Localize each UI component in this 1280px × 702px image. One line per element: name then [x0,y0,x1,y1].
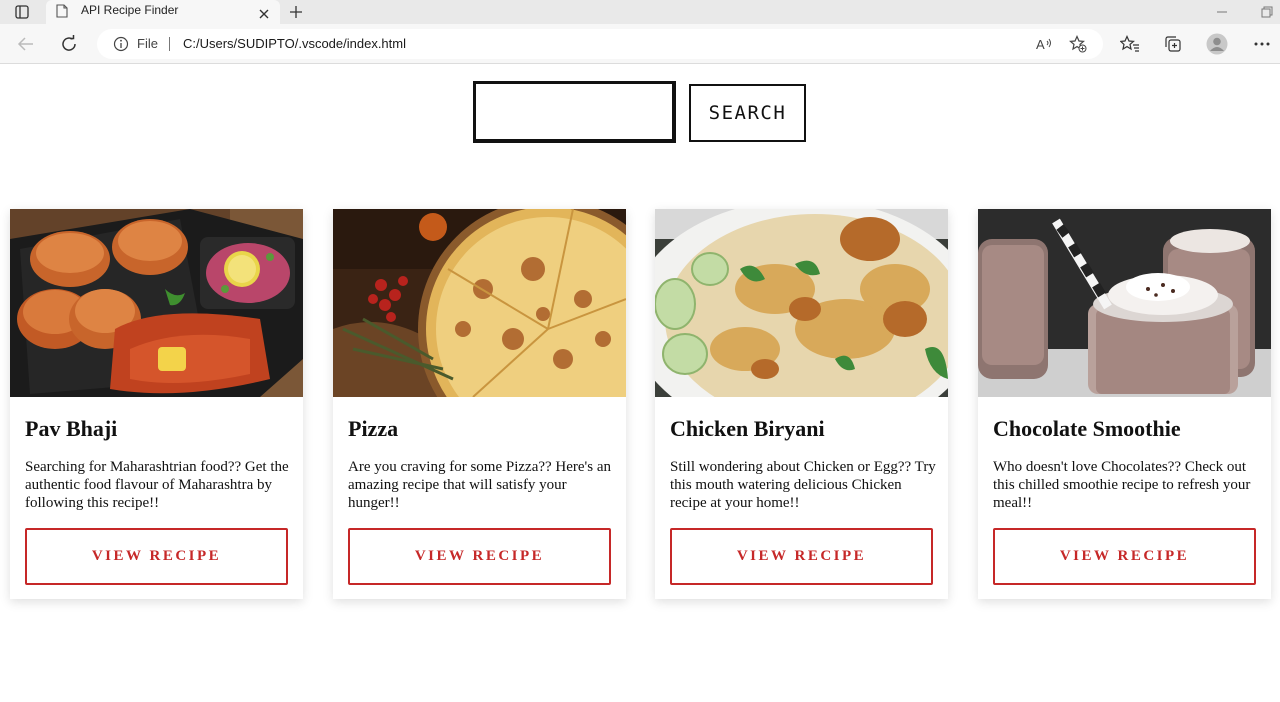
card-title: Chicken Biryani [670,416,825,441]
collections-icon[interactable] [1161,32,1185,56]
info-icon[interactable] [113,36,129,57]
more-icon[interactable] [1250,32,1274,56]
address-bar[interactable]: File C:/Users/SUDIPTO/.vscode/index.html… [97,29,1103,59]
svg-text:A: A [1036,37,1045,52]
close-icon[interactable] [259,6,269,24]
view-recipe-button[interactable]: VIEW RECIPE [25,528,288,585]
view-recipe-button[interactable]: VIEW RECIPE [993,528,1256,585]
browser-tab[interactable]: API Recipe Finder [46,0,280,26]
address-scheme: File [137,36,158,51]
card-title: Pizza [348,416,399,441]
tab-title: API Recipe Finder [81,3,179,17]
favorites-icon[interactable] [1118,32,1142,56]
chicken-biryani-image [655,209,948,397]
recipe-card: Chicken Biryani Still wondering about Ch… [655,209,948,599]
search-input[interactable] [473,81,676,143]
tab-strip: API Recipe Finder [0,0,1280,26]
refresh-icon[interactable] [57,32,81,56]
add-favorite-icon[interactable] [1069,35,1087,58]
pav-bhaji-image [10,209,303,397]
card-description: Are you craving for some Pizza?? Here's … [348,459,612,511]
card-description: Searching for Maharashtrian food?? Get t… [25,459,289,511]
address-url[interactable]: C:/Users/SUDIPTO/.vscode/index.html [183,36,406,51]
view-recipe-button[interactable]: VIEW RECIPE [670,528,933,585]
recipe-card: Pizza Are you craving for some Pizza?? H… [333,209,626,599]
card-description: Still wondering about Chicken or Egg?? T… [670,459,936,511]
read-aloud-icon[interactable]: A [1035,35,1053,58]
profile-icon[interactable] [1205,32,1229,56]
card-title: Pav Bhaji [25,416,118,441]
card-title: Chocolate Smoothie [993,416,1181,441]
minimize-icon[interactable] [1211,1,1233,23]
recipe-card: Chocolate Smoothie Who doesn't love Choc… [978,209,1271,599]
sidebar-icon[interactable] [11,1,33,23]
page-icon [56,4,68,23]
pizza-image [333,209,626,397]
address-separator [169,37,170,51]
browser-toolbar: File C:/Users/SUDIPTO/.vscode/index.html… [0,24,1280,64]
card-description: Who doesn't love Chocolates?? Check out … [993,459,1251,511]
search-button[interactable]: SEARCH [689,84,806,142]
recipe-card: Pav Bhaji Searching for Maharashtrian fo… [10,209,303,599]
chocolate-smoothie-image [978,209,1271,397]
new-tab-icon[interactable] [285,1,307,23]
restore-icon[interactable] [1256,1,1278,23]
back-icon[interactable] [14,32,38,56]
view-recipe-button[interactable]: VIEW RECIPE [348,528,611,585]
